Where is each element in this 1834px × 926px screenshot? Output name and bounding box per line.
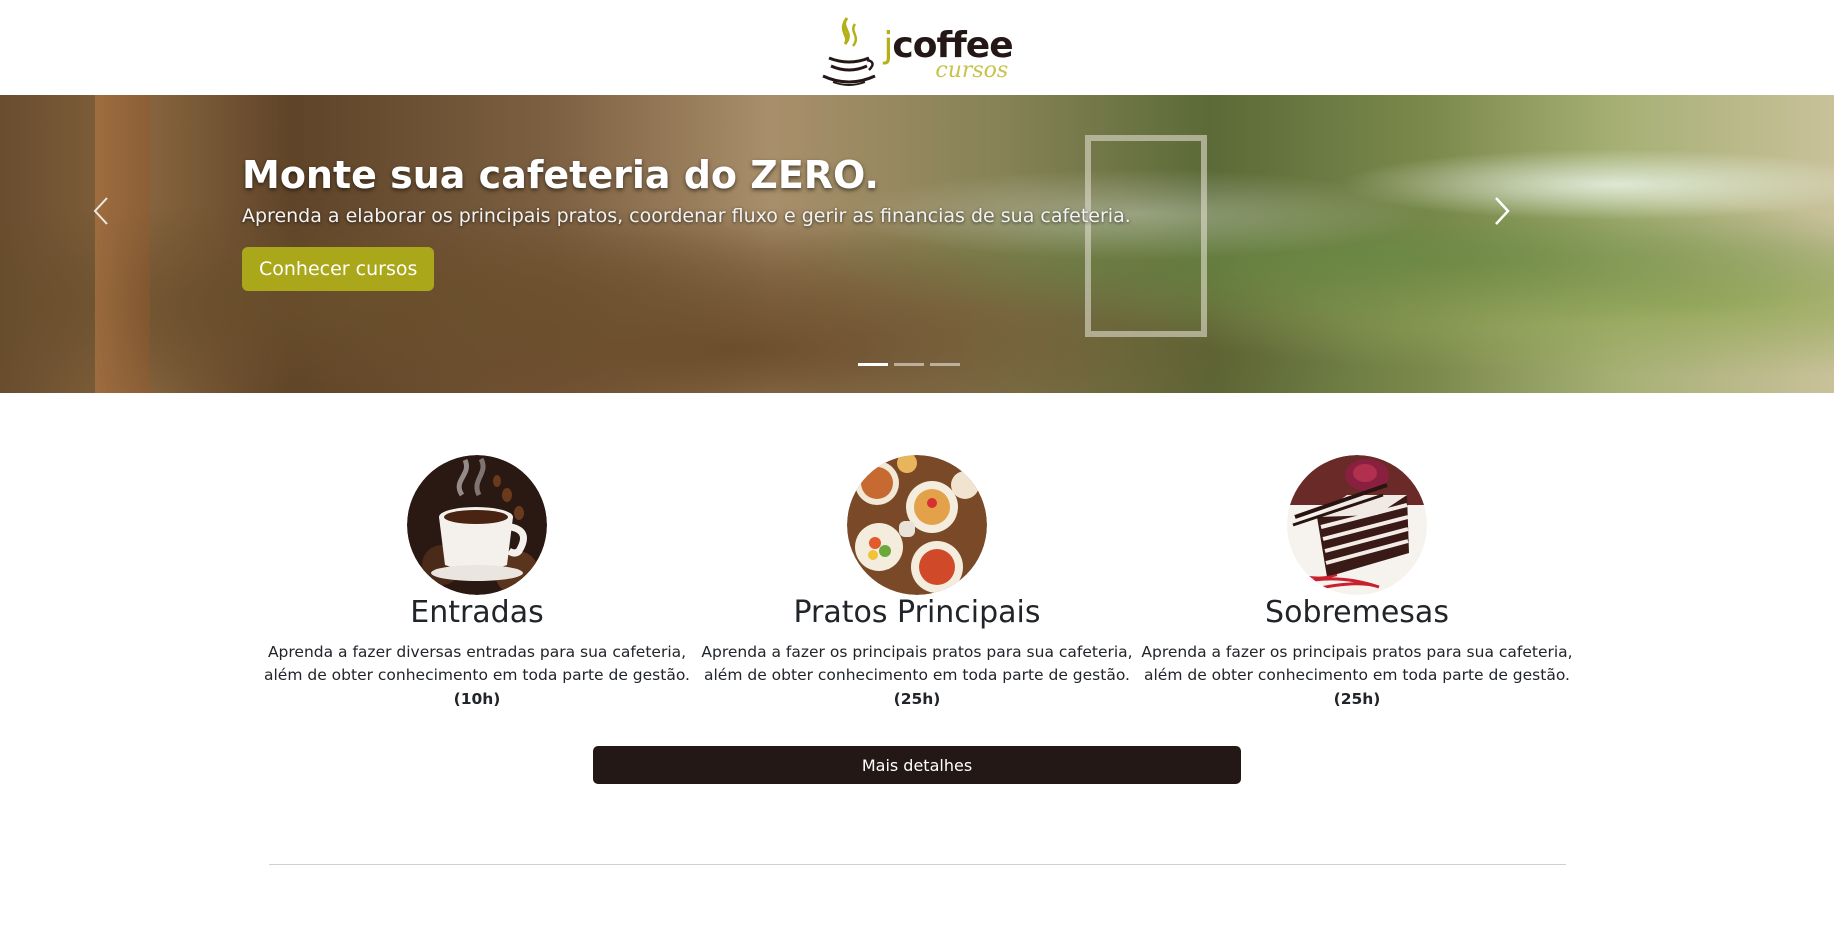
logo-subtitle: cursos — [935, 57, 1009, 83]
carousel-indicators — [858, 363, 960, 366]
hero-carousel: Monte sua cafeteria do ZERO. Aprenda a e… — [0, 95, 1834, 393]
dessert-cake-image — [1287, 455, 1427, 595]
section-divider — [268, 864, 1566, 865]
course-title: Entradas — [410, 595, 544, 630]
main-dishes-image — [847, 455, 987, 595]
course-description: Aprenda a fazer os principais pratos par… — [1137, 641, 1577, 711]
course-hours: (25h) — [893, 690, 941, 708]
course-description-line: além de obter conhecimento em toda parte… — [1144, 666, 1570, 684]
course-card: Entradas Aprenda a fazer diversas entrad… — [257, 455, 697, 711]
course-description-line: além de obter conhecimento em toda parte… — [704, 666, 1130, 684]
course-description-line: Aprenda a fazer diversas entradas para s… — [267, 643, 687, 661]
hero-subtitle: Aprenda a elaborar os principais pratos,… — [242, 205, 1131, 227]
carousel-indicator-1[interactable] — [858, 363, 888, 366]
course-card: Pratos Principais Aprenda a fazer os pri… — [697, 455, 1137, 711]
hero-caption: Monte sua cafeteria do ZERO. Aprenda a e… — [242, 153, 1131, 291]
hero-title: Monte sua cafeteria do ZERO. — [242, 153, 879, 197]
course-hours: (25h) — [1333, 690, 1381, 708]
chevron-left-icon — [92, 196, 110, 230]
chevron-right-icon — [1493, 196, 1511, 230]
course-title: Sobremesas — [1265, 595, 1449, 630]
coffee-cup-image — [407, 455, 547, 595]
carousel-prev-button[interactable] — [86, 193, 116, 233]
coffee-cup-logo-icon — [821, 14, 877, 88]
carousel-indicator-3[interactable] — [930, 363, 960, 366]
mais-detalhes-button[interactable]: Mais detalhes — [593, 746, 1241, 784]
course-card: Sobremesas Aprenda a fazer os principais… — [1137, 455, 1577, 711]
site-header: jcoffee cursos — [0, 0, 1834, 95]
course-description: Aprenda a fazer diversas entradas para s… — [257, 641, 697, 711]
courses-section: Entradas Aprenda a fazer diversas entrad… — [0, 455, 1834, 711]
carousel-next-button[interactable] — [1487, 193, 1517, 233]
details-wrapper: Mais detalhes — [0, 746, 1834, 784]
course-description-line: Aprenda a fazer os principais pratos par… — [701, 643, 1133, 661]
carousel-indicator-2[interactable] — [894, 363, 924, 366]
course-description-line: além de obter conhecimento em toda parte… — [264, 666, 690, 684]
jcoffee-logo[interactable]: jcoffee cursos — [821, 8, 1014, 88]
course-description-line: Aprenda a fazer os principais pratos par… — [1141, 643, 1573, 661]
course-hours: (10h) — [453, 690, 501, 708]
conhecer-cursos-button[interactable]: Conhecer cursos — [242, 247, 435, 291]
course-description: Aprenda a fazer os principais pratos par… — [697, 641, 1137, 711]
course-title: Pratos Principais — [793, 595, 1041, 630]
